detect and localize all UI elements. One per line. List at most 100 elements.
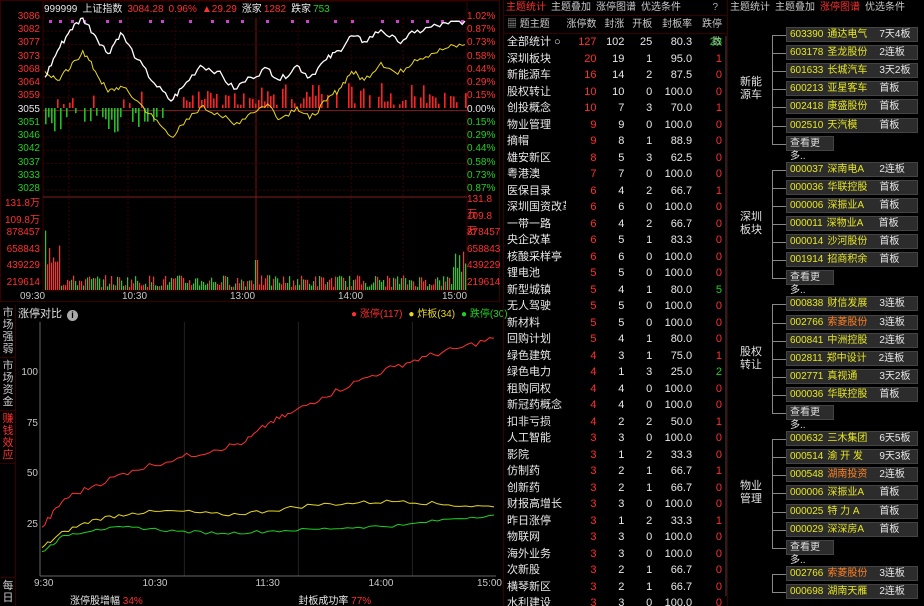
table-header-cell[interactable]: 跌停数 — [695, 16, 727, 48]
table-cell: 3 — [618, 547, 625, 560]
theme-tab[interactable]: 主题统计 — [506, 2, 546, 13]
table-row[interactable]: 核酸采样亭 6 6 0 100.0 0 — [504, 249, 727, 266]
view-more-button[interactable]: 查看更多.. — [786, 135, 834, 162]
table-row[interactable]: 新型城镇 5 4 1 80.0 5 — [504, 282, 727, 299]
stock-button[interactable]: 000838 财信发展 3连板 — [786, 296, 918, 312]
breadth-bar — [405, 99, 407, 108]
table-header-cell[interactable]: ▦ 题主题 — [504, 16, 566, 33]
table-row[interactable]: 扣非亏损 4 2 2 50.0 1 — [504, 414, 727, 431]
table-row[interactable]: 创投概念 10 7 3 70.0 1 — [504, 100, 727, 117]
stock-button[interactable]: 000014 沙河股份 首板 — [786, 234, 918, 250]
stock-button[interactable]: 002771 真视通 3天2板 — [786, 368, 918, 384]
table-row[interactable]: 深圳板块 20 19 1 95.0 1 — [504, 51, 727, 68]
stock-button[interactable]: 001914 招商积余 首板 — [786, 252, 918, 268]
table-cell: 0 — [715, 547, 722, 560]
table-row[interactable]: 横琴新区 3 2 1 66.7 0 — [504, 579, 727, 596]
help-icon[interactable]: ? — [712, 0, 718, 16]
table-row[interactable]: 粤港澳 7 7 0 100.0 0 — [504, 166, 727, 183]
table-cell: 0 — [646, 547, 653, 560]
table-row[interactable]: 财报高增长 3 3 0 100.0 0 — [504, 496, 727, 513]
table-row[interactable]: 新冠药概念 4 4 0 100.0 0 — [504, 397, 727, 414]
volume-bar — [363, 280, 365, 290]
stock-button[interactable]: 000006 深振业A 首板 — [786, 485, 918, 501]
theme-tab[interactable]: 涨停图谱 — [596, 2, 636, 13]
stock-button[interactable]: 000548 湖南投资 2连板 — [786, 467, 918, 483]
table-row[interactable]: 物联网 3 3 0 100.0 0 — [504, 529, 727, 546]
table-row[interactable]: 医保目录 6 4 2 66.7 1 — [504, 183, 727, 200]
stock-button[interactable]: 000011 深物业A 首板 — [786, 216, 918, 231]
table-row[interactable]: 央企改革 6 5 1 83.3 0 — [504, 232, 727, 249]
stock-button[interactable]: 000025 特 力 A 首板 — [786, 503, 918, 519]
table-row[interactable]: 人工智能 3 3 0 100.0 0 — [504, 430, 727, 447]
stock-button[interactable]: 603390 通达电气 7天4板 — [786, 27, 918, 42]
stock-button[interactable]: 002766 索菱股份 3连板 — [786, 314, 918, 330]
stock-button[interactable]: 000632 三木集团 6天5板 — [786, 431, 918, 447]
stock-button[interactable]: 002766 索菱股份 3连板 — [786, 565, 918, 581]
tree-tab[interactable]: 主题统计 — [730, 2, 770, 13]
tree-tab[interactable]: 主题叠加 — [775, 2, 815, 13]
theme-tab[interactable]: 优选条件 — [641, 2, 681, 13]
table-row[interactable]: 雄安新区 8 5 3 62.5 0 — [504, 150, 727, 167]
volume-bar — [369, 286, 371, 290]
table-header-cell[interactable]: 封涨 — [600, 16, 628, 33]
side-tab[interactable]: 市场强弱 — [0, 305, 16, 358]
stock-button[interactable]: 603178 圣龙股份 2连板 — [786, 45, 918, 61]
stock-button[interactable]: 000698 湖南天雁 2连板 — [786, 583, 918, 599]
table-row[interactable]: 物业管理 9 9 0 100.0 0 — [504, 117, 727, 134]
table-cell: 7 — [618, 102, 625, 114]
table-row[interactable]: 海外业务 3 3 0 100.0 0 — [504, 546, 727, 563]
stock-button[interactable]: 002510 天汽模 首板 — [786, 117, 918, 133]
stock-button[interactable]: 000037 深南电A 2连板 — [786, 161, 918, 177]
stock-button[interactable]: 000036 华联控股 首板 — [786, 386, 918, 402]
stock-button[interactable]: 600841 中洲控股 2连板 — [786, 332, 918, 348]
table-row[interactable]: 全部统计 ○ 127 102 25 80.3 23 — [504, 34, 727, 51]
stock-button[interactable]: 000029 深深房A 首板 — [786, 521, 918, 537]
stock-button[interactable]: 000036 华联控股 首板 — [786, 179, 918, 195]
tree-tab[interactable]: 涨停图谱 — [820, 2, 860, 13]
volume-bar — [447, 276, 449, 290]
stock-button[interactable]: 601633 长城汽车 3天2板 — [786, 63, 918, 79]
table-row[interactable]: 锂电池 5 5 0 100.0 0 — [504, 265, 727, 282]
table-cell: 4 — [618, 333, 625, 345]
table-row[interactable]: 水利建设 3 3 0 100.0 0 — [504, 595, 727, 606]
table-row[interactable]: 深圳国资改革 6 6 0 100.0 0 — [504, 199, 727, 216]
table-row[interactable]: 绿色建筑 4 3 1 75.0 1 — [504, 348, 727, 365]
stock-button[interactable]: 600213 亚星客车 首板 — [786, 81, 918, 97]
table-row[interactable]: 绿色电力 4 1 3 25.0 2 — [504, 364, 727, 381]
table-header-cell[interactable]: 涨停数 — [566, 16, 600, 33]
intraday-chart[interactable] — [0, 0, 500, 302]
stock-button[interactable]: 002811 郑中设计 2连板 — [786, 350, 918, 366]
table-row[interactable]: 租购同权 4 4 0 100.0 0 — [504, 381, 727, 398]
stock-button[interactable]: 000006 深振业A 首板 — [786, 197, 918, 213]
table-cell: 5 — [590, 333, 597, 345]
volume-bar — [339, 275, 341, 290]
table-row[interactable]: 创新药 3 2 1 66.7 0 — [504, 480, 727, 497]
stock-button[interactable]: 000514 渝 开 发 9天3板 — [786, 449, 918, 465]
table-cell: 100.0 — [664, 250, 693, 263]
stock-button[interactable]: 002418 康盛股份 首板 — [786, 99, 918, 115]
down-label: 跌家 — [291, 4, 312, 15]
side-tab[interactable]: 每日 — [0, 577, 16, 606]
table-header-cell[interactable]: 封板率 — [655, 16, 695, 33]
table-row[interactable]: 摘帽 9 8 1 88.9 0 — [504, 133, 727, 150]
table-row[interactable]: 一带一路 6 4 2 66.7 0 — [504, 216, 727, 233]
table-row[interactable]: 股权转让 10 10 0 100.0 0 — [504, 84, 727, 101]
side-tab[interactable]: 赚钱效应 — [0, 411, 16, 464]
view-more-button[interactable]: 查看更多.. — [786, 270, 834, 296]
table-row[interactable]: 仿制药 3 2 1 66.7 1 — [504, 463, 727, 480]
table-row[interactable]: 影院 3 1 2 33.3 0 — [504, 447, 727, 464]
table-row[interactable]: 回购计划 5 4 1 80.0 0 — [504, 331, 727, 348]
group-label: 股权转让 — [740, 345, 762, 371]
table-header-cell[interactable]: 开板 — [627, 16, 655, 33]
tree-tab[interactable]: 优选条件 — [865, 2, 905, 13]
table-row[interactable]: 昨日涨停 3 1 2 33.3 1 — [504, 513, 727, 530]
side-tab[interactable]: 市场资金 — [0, 358, 16, 411]
view-more-button[interactable]: 查看更多.. — [786, 539, 834, 566]
table-row[interactable]: 新材料 5 5 0 100.0 0 — [504, 315, 727, 332]
theme-tab[interactable]: 主题叠加 — [551, 2, 591, 13]
table-row[interactable]: 无人驾驶 5 5 0 100.0 0 — [504, 298, 727, 315]
table-row[interactable]: 次新股 3 2 1 66.7 0 — [504, 562, 727, 579]
view-more-button[interactable]: 查看更多.. — [786, 405, 834, 431]
table-cell: 100.0 — [664, 168, 693, 180]
table-row[interactable]: 新能源车 16 14 2 87.5 0 — [504, 67, 727, 84]
